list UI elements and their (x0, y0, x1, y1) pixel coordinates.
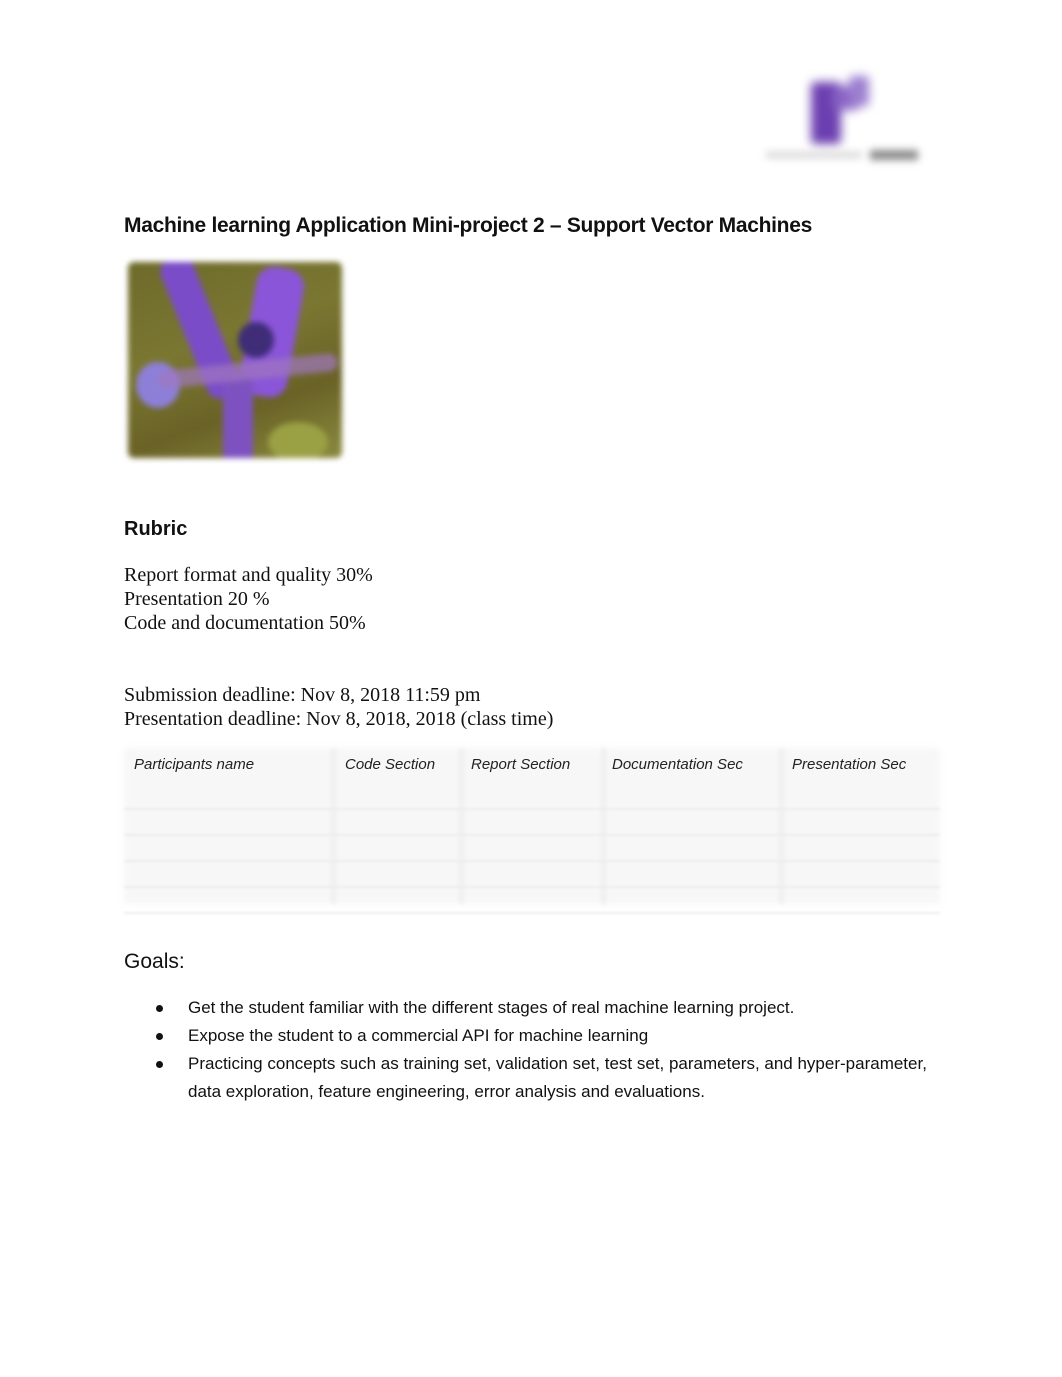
table-header-presentation: Presentation Sec (792, 756, 907, 773)
rubric-heading: Rubric (124, 518, 188, 540)
logo-wordmark (760, 148, 920, 162)
table-header-row: Participants name Code Section Report Se… (124, 756, 940, 780)
university-logo (760, 60, 930, 180)
bullet-icon (156, 1005, 163, 1012)
table-header-participants: Participants name (134, 756, 255, 773)
goals-list: Get the student familiar with the differ… (150, 994, 950, 1106)
submission-deadline: Submission deadline: Nov 8, 2018 11:59 p… (124, 684, 481, 706)
goal-item: Practicing concepts such as training set… (150, 1050, 950, 1106)
presentation-deadline: Presentation deadline: Nov 8, 2018, 2018… (124, 708, 554, 730)
table-row (124, 836, 940, 862)
goal-item: Get the student familiar with the differ… (150, 994, 950, 1022)
table-header-report: Report Section (471, 756, 571, 773)
document-page: Machine learning Application Mini-projec… (0, 0, 1062, 1377)
bullet-icon (156, 1033, 163, 1040)
bullet-icon (156, 1061, 163, 1068)
goal-item: Expose the student to a commercial API f… (150, 1022, 950, 1050)
table-header-documentation: Documentation Sec (612, 756, 743, 773)
table-header-code: Code Section (345, 756, 436, 773)
rubric-list: Report format and quality 30% Presentati… (124, 563, 373, 635)
logo-mark-icon (805, 72, 877, 144)
rubric-item: Report format and quality 30% (124, 564, 373, 586)
table-row (124, 888, 940, 914)
goals-heading: Goals: (124, 950, 185, 973)
deadlines: Submission deadline: Nov 8, 2018 11:59 p… (124, 683, 553, 731)
rubric-item: Presentation 20 % (124, 588, 270, 610)
rubric-item: Code and documentation 50% (124, 612, 366, 634)
iris-flower-photo (128, 262, 342, 458)
document-title: Machine learning Application Mini-projec… (124, 214, 812, 237)
participants-table: Participants name Code Section Report Se… (124, 748, 940, 914)
table-row (124, 810, 940, 836)
table-row (124, 862, 940, 888)
table-row (124, 784, 940, 810)
